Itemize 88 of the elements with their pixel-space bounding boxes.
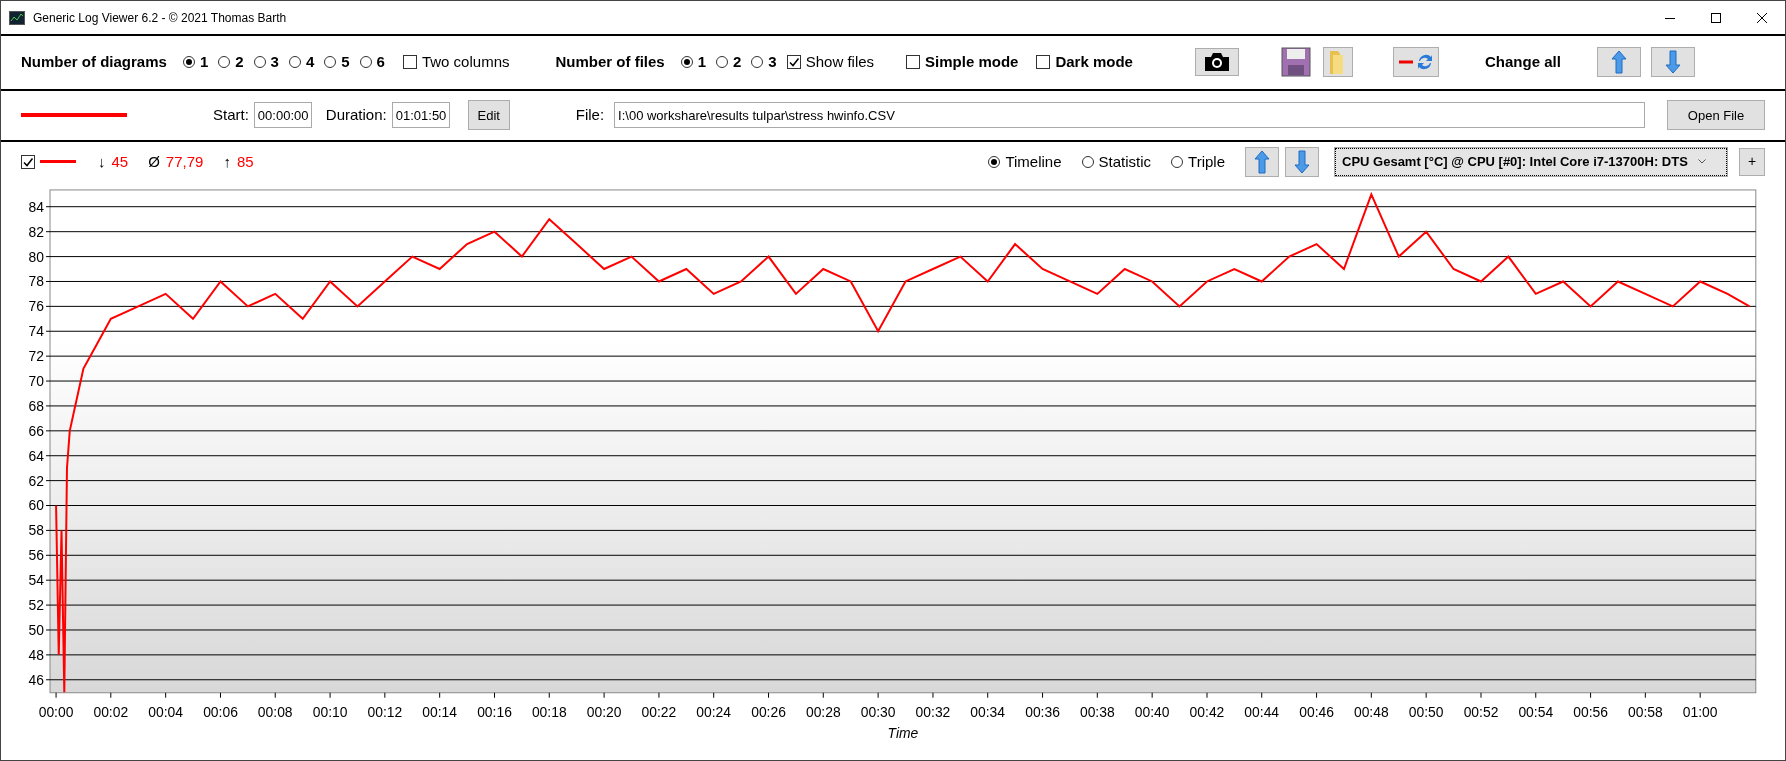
x-tick-label: 00:24 [696,703,732,720]
radio-label[interactable]: 2 [733,51,742,74]
y-tick-label: 70 [28,372,45,389]
y-tick-label: 64 [28,447,45,464]
radio-label[interactable]: 4 [305,51,315,74]
y-tick-label: 62 [28,472,45,489]
y-tick-label: 48 [28,646,45,663]
minimum-value: 45 [111,151,129,172]
y-tick-label: 80 [28,248,45,265]
x-tick-label: 00:40 [1134,703,1170,720]
y-tick-label: 54 [28,571,45,588]
checkbox-label[interactable]: Simple mode [925,51,1019,74]
duration-field[interactable]: 01:01:50 [391,102,450,129]
x-tick-label: 00:30 [860,703,896,720]
x-tick-label: 00:52 [1463,703,1499,720]
x-tick-label: 00:36 [1025,703,1060,720]
maximum-symbol: ↑ [223,151,231,172]
checkbox-label[interactable]: Two columns [421,51,510,74]
x-tick-label: 00:42 [1189,703,1225,720]
average-value: 77,79 [165,151,204,172]
start-field[interactable]: 00:00:00 [253,102,312,129]
y-tick-label: 46 [28,671,45,688]
x-tick-label: 00:46 [1299,703,1334,720]
radio-label[interactable]: 2 [235,51,244,74]
y-tick-label: 74 [28,323,45,340]
x-tick-label: 00:14 [422,703,458,720]
y-tick-label: 78 [28,273,45,290]
x-tick-label: 00:54 [1518,703,1554,720]
x-tick-label: 00:06 [203,703,238,720]
x-tick-label: 00:34 [970,703,1006,720]
checkbox-label[interactable]: Show files [805,51,875,74]
y-tick-label: 52 [28,596,45,613]
file-path-field[interactable]: I:\00 workshare\results tulpar\stress hwinfo.CSV [614,102,1645,129]
radio-label[interactable]: 1 [199,51,209,74]
radio-label[interactable]: 3 [768,51,777,74]
radio-label[interactable]: 6 [376,51,385,74]
change-all-label: Change all [1484,52,1561,73]
x-tick-label: 00:50 [1408,703,1444,720]
y-tick-label: 76 [28,298,45,315]
x-tick-label: 00:22 [641,703,677,720]
x-tick-label: 00:32 [915,703,951,720]
x-tick-label: 00:00 [38,703,74,720]
y-tick-label: 60 [28,497,45,514]
x-tick-label: 00:38 [1079,703,1115,720]
x-tick-label: 00:10 [312,703,348,720]
x-tick-label: 00:18 [531,703,567,720]
radio-label[interactable]: Timeline [1005,150,1062,174]
x-tick-label: 00:16 [477,703,512,720]
radio-label[interactable]: 1 [697,51,706,74]
x-tick-label: 01:00 [1682,703,1718,720]
x-tick-label: 00:12 [367,703,403,720]
y-tick-label: 50 [28,621,45,638]
y-tick-label: 68 [28,397,45,414]
x-tick-label: 00:48 [1353,703,1389,720]
x-tick-label: 00:04 [148,703,183,720]
maximum-value: 85 [236,151,254,172]
diagram-count-label: Number of diagrams [21,52,167,73]
minimum-symbol: ↓ [98,151,106,172]
window-title: Generic Log Viewer 6.2 - © 2021 Thomas Barth [33,9,287,27]
x-tick-label: 00:56 [1573,703,1608,720]
start-label: Start: [213,105,249,126]
average-symbol: Ø [148,151,160,172]
x-tick-label: 00:44 [1244,703,1280,720]
x-tick-label: 00:58 [1627,703,1663,720]
radio-label[interactable]: 3 [270,51,279,74]
x-axis-title: Time [887,725,919,742]
x-tick-label: 00:08 [257,703,293,720]
radio-label[interactable]: Triple [1188,150,1225,174]
y-tick-label: 72 [28,347,45,364]
radio-label[interactable]: 5 [341,51,350,74]
file-label: File: [575,105,605,126]
x-tick-label: 00:26 [751,703,786,720]
checkbox-label[interactable]: Dark mode [1055,51,1133,74]
x-tick-label: 00:28 [805,703,841,720]
x-tick-label: 00:20 [586,703,622,720]
y-tick-label: 58 [28,522,45,539]
add-button[interactable]: + [1739,148,1765,176]
y-tick-label: 56 [28,547,45,564]
y-tick-label: 84 [28,198,45,215]
radio-label[interactable]: Statistic [1098,150,1152,174]
channel-dropdown[interactable]: CPU Gesamt [°C] @ CPU [#0]: Intel Core i7-13700H: DTS [1335,148,1727,176]
file-count-label: Number of files [555,52,665,73]
y-tick-label: 66 [28,422,45,439]
open-file-button[interactable]: Open File [1667,100,1765,131]
edit-button[interactable]: Edit [467,100,510,131]
x-tick-label: 00:02 [93,703,129,720]
y-tick-label: 82 [28,223,45,240]
duration-label: Duration: [325,105,387,126]
